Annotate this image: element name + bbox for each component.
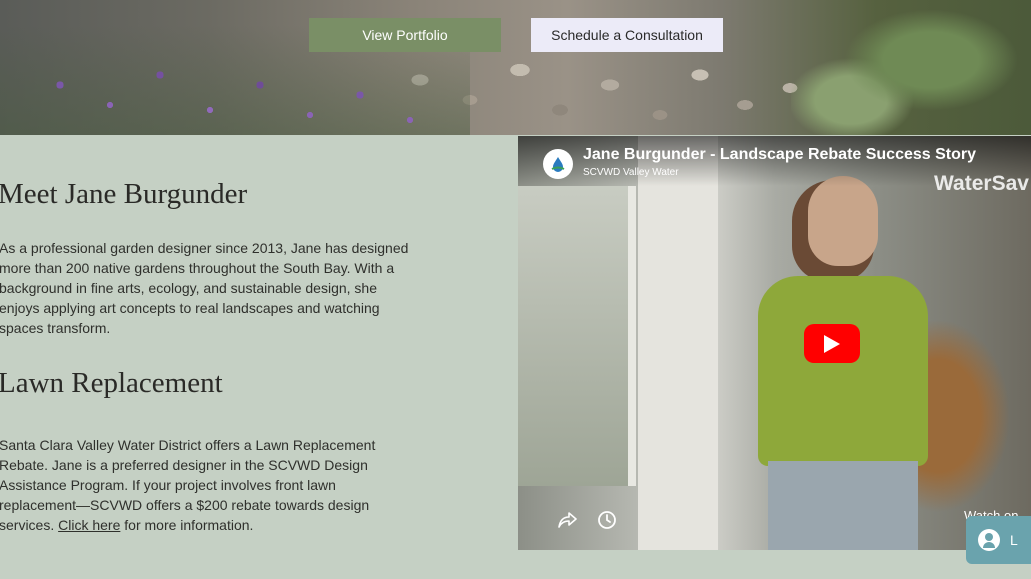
click-here-link[interactable]: Click here: [58, 517, 120, 533]
lawn-after-link: for more information.: [124, 517, 254, 533]
video-person-head: [808, 176, 878, 266]
video-watermark: WaterSav: [934, 172, 1029, 195]
about-bio: As a professional garden designer since …: [0, 240, 409, 336]
video-title[interactable]: Jane Burgunder - Landscape Rebate Succes…: [583, 146, 976, 164]
share-icon[interactable]: [553, 506, 581, 534]
hero-shrubs: [791, 0, 1031, 135]
channel-logo-icon[interactable]: [543, 149, 573, 179]
video-bg-column: [638, 136, 718, 550]
video-person: [758, 176, 928, 550]
play-icon[interactable]: [804, 324, 860, 363]
view-portfolio-button[interactable]: View Portfolio: [309, 18, 501, 52]
schedule-consultation-button[interactable]: Schedule a Consultation: [531, 18, 723, 52]
clock-icon[interactable]: [593, 506, 621, 534]
avatar-icon: [978, 529, 1000, 551]
login-label: L: [1010, 532, 1018, 548]
video-bg-window: [518, 186, 636, 486]
login-button[interactable]: L: [966, 516, 1031, 564]
lawn-heading: Lawn Replacement: [0, 367, 223, 399]
video-person-sweater: [758, 276, 928, 466]
lawn-body-paragraph: Santa Clara Valley Water District offers…: [0, 435, 384, 535]
youtube-video-embed[interactable]: Jane Burgunder - Landscape Rebate Succes…: [518, 136, 1031, 550]
video-channel-name[interactable]: SCVWD Valley Water: [583, 167, 679, 178]
about-heading: Meet Jane Burgunder: [0, 178, 248, 210]
hero-image: View Portfolio Schedule a Consultation: [0, 0, 1031, 135]
video-person-jeans: [768, 461, 918, 550]
